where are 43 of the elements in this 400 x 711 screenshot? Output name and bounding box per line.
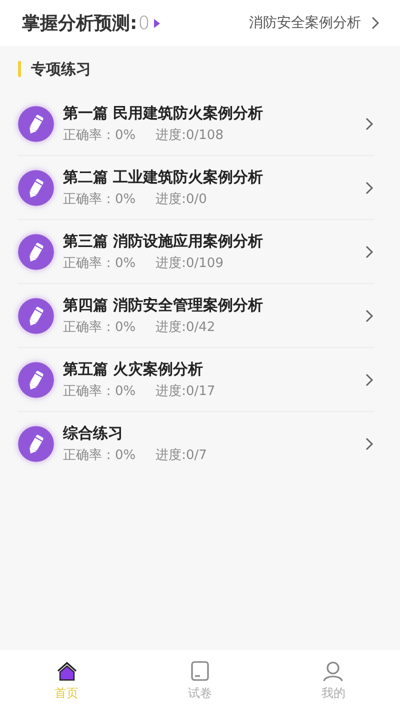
pencil-icon: [18, 106, 54, 142]
accuracy-text: 正确率：0%: [63, 446, 136, 464]
play-icon: [154, 18, 160, 28]
progress-text: 进度:0/108: [156, 126, 224, 144]
progress-text: 进度:0/7: [156, 446, 207, 464]
chevron-right-icon: [365, 372, 374, 386]
book-icon: [188, 660, 211, 682]
category-link[interactable]: 消防安全案例分析: [249, 14, 380, 32]
pencil-icon: [18, 170, 54, 206]
pencil-icon: [18, 362, 54, 398]
chevron-right-icon: [365, 244, 374, 258]
section-title: 专项练习: [31, 60, 91, 78]
chevron-right-icon: [371, 16, 380, 30]
accuracy-text: 正确率：0%: [63, 254, 136, 272]
accuracy-text: 正确率：0%: [63, 190, 136, 208]
chapter-title: 综合练习: [63, 424, 124, 442]
chapter-title: 第四篇 消防安全管理案例分析: [63, 296, 264, 314]
accuracy-text: 正确率：0%: [63, 126, 136, 144]
accuracy-text: 正确率：0%: [63, 318, 136, 336]
user-icon: [322, 660, 344, 682]
progress-text: 进度:0/109: [156, 254, 224, 272]
header-title: 掌握分析预测:: [22, 12, 138, 35]
chevron-right-icon: [365, 180, 374, 194]
nav-tab[interactable]: 试卷: [133, 650, 267, 711]
home-icon: [56, 660, 78, 682]
chapter-title: 第二篇 工业建筑防火案例分析: [63, 168, 264, 186]
pencil-icon: [18, 234, 54, 270]
chevron-right-icon: [365, 436, 374, 450]
section-marker: [18, 61, 21, 77]
chevron-right-icon: [365, 308, 374, 322]
nav-tab[interactable]: 首页: [0, 650, 134, 711]
pencil-icon: [18, 298, 54, 334]
score-value: 0: [138, 12, 150, 34]
chapter-title: 第三篇 消防设施应用案例分析: [63, 232, 264, 250]
accuracy-text: 正确率：0%: [63, 382, 136, 400]
chevron-right-icon: [365, 116, 374, 130]
pencil-icon: [18, 426, 54, 462]
chapter-title: 第一篇 民用建筑防火案例分析: [63, 104, 264, 122]
chapter-title: 第五篇 火灾案例分析: [63, 360, 204, 378]
progress-text: 进度:0/17: [156, 382, 216, 400]
progress-text: 进度:0/0: [156, 190, 207, 208]
progress-text: 进度:0/42: [156, 318, 216, 336]
nav-tab[interactable]: 我的: [266, 650, 400, 711]
